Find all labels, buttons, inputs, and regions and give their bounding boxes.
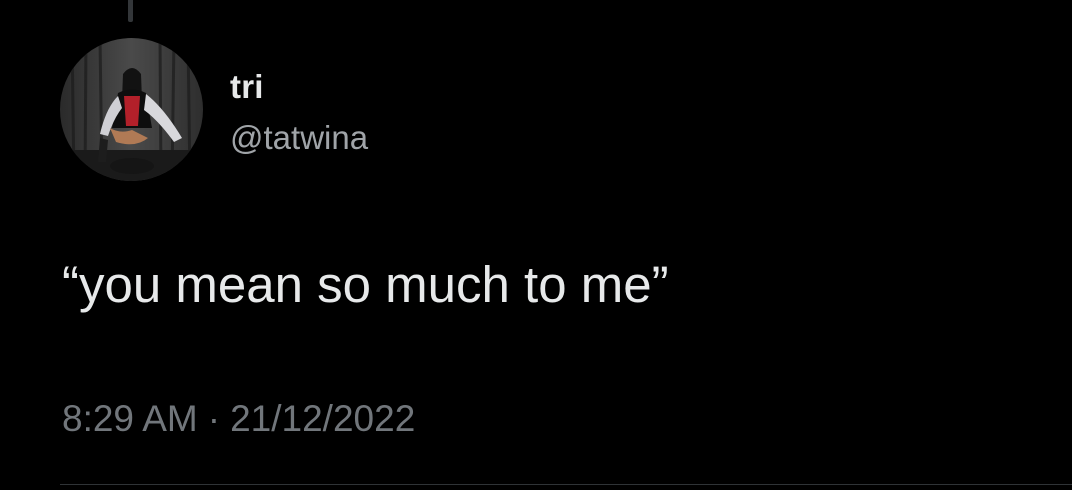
tweet-time[interactable]: 8:29 AM (62, 398, 198, 439)
meta-separator: · (207, 398, 221, 439)
divider (60, 484, 1072, 485)
tweet-text: “you mean so much to me” (62, 256, 669, 313)
author-display-name[interactable]: tri (230, 68, 264, 106)
tweet: tri @tatwina “you mean so much to me” 8:… (0, 0, 1072, 490)
profile-photo-icon (60, 38, 203, 181)
avatar[interactable] (60, 38, 203, 181)
tweet-timestamp: 8:29 AM · 21/12/2022 (62, 397, 415, 441)
tweet-date[interactable]: 21/12/2022 (230, 398, 415, 439)
author-handle[interactable]: @tatwina (230, 119, 368, 157)
